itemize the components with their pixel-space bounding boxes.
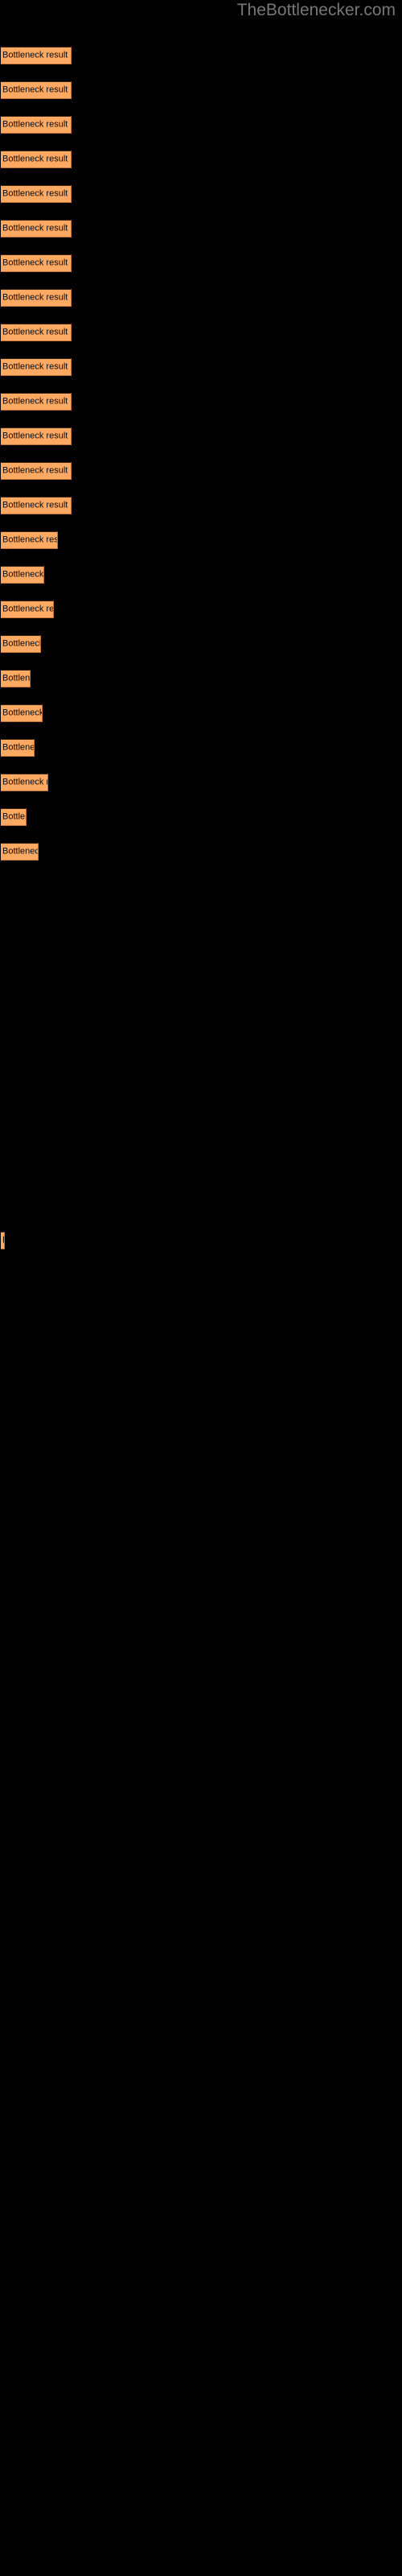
bar-label: Bottleneck result bbox=[2, 154, 68, 164]
bottleneck-chart: TheBottlenecker.com Bottleneck result Bot… bbox=[0, 0, 402, 2576]
bar-3[interactable]: Bottleneck result bbox=[1, 116, 72, 134]
bar-label: Bottleneck result bbox=[2, 119, 68, 130]
bar-label: Bottleneck result bbox=[2, 742, 35, 753]
bar-4[interactable]: Bottleneck result bbox=[1, 151, 72, 168]
bar-chart-bars: Bottleneck result Bottleneck result Bottle… bbox=[0, 0, 402, 2576]
bar-5[interactable]: Bottleneck result bbox=[1, 185, 72, 203]
bar-15[interactable]: Bottleneck result bbox=[1, 531, 58, 549]
bar-label: Bottleneck result bbox=[2, 638, 41, 649]
bar-10[interactable]: Bottleneck result bbox=[1, 358, 72, 376]
bar-label: Bottleneck result bbox=[2, 327, 68, 337]
bar-17[interactable]: Bottleneck result bbox=[1, 601, 54, 618]
bar-label: Bottleneck result bbox=[2, 569, 44, 580]
bar-label: Bottleneck result bbox=[2, 708, 43, 718]
bar-label: Bottleneck result bbox=[2, 223, 68, 233]
bar-label: Bottleneck result bbox=[2, 431, 68, 441]
bar-label: Bottleneck result bbox=[2, 465, 68, 476]
bar-2[interactable]: Bottleneck result bbox=[1, 81, 72, 99]
bar-23[interactable]: Bottleneck result bbox=[1, 808, 27, 826]
bar-13[interactable]: Bottleneck result bbox=[1, 462, 72, 480]
bar-7[interactable]: Bottleneck result bbox=[1, 254, 72, 272]
bar-11[interactable]: Bottleneck result bbox=[1, 393, 72, 411]
bar-9[interactable]: Bottleneck result bbox=[1, 324, 72, 341]
bar-label: Bottleneck result bbox=[2, 292, 68, 303]
bar-12[interactable]: Bottleneck result bbox=[1, 427, 72, 445]
bar-16[interactable]: Bottleneck result bbox=[1, 566, 44, 584]
bar-label: Bottleneck result bbox=[2, 811, 26, 822]
bar-label: Bottleneck result bbox=[2, 846, 38, 857]
bar-label: Bottleneck result bbox=[2, 1236, 4, 1246]
bar-label: Bottleneck result bbox=[2, 85, 68, 95]
bar-19[interactable]: Bottleneck result bbox=[1, 670, 31, 687]
bar-20[interactable]: Bottleneck result bbox=[1, 704, 43, 722]
bar-label: Bottleneck result bbox=[2, 535, 58, 545]
bar-label: Bottleneck result bbox=[2, 258, 68, 268]
bar-6[interactable]: Bottleneck result bbox=[1, 220, 72, 237]
bar-8[interactable]: Bottleneck result bbox=[1, 289, 72, 307]
bar-label: Bottleneck result bbox=[2, 361, 68, 372]
bar-24[interactable]: Bottleneck result bbox=[1, 843, 39, 861]
bar-18[interactable]: Bottleneck result bbox=[1, 635, 41, 653]
bar-label: Bottleneck result bbox=[2, 188, 68, 199]
bar-21[interactable]: Bottleneck result bbox=[1, 739, 35, 757]
bar-label: Bottleneck result bbox=[2, 604, 54, 614]
bar-label: Bottleneck result bbox=[2, 50, 68, 60]
bar-22[interactable]: Bottleneck result bbox=[1, 774, 48, 791]
bar-label: Bottleneck result bbox=[2, 673, 31, 683]
bar-1[interactable]: Bottleneck result bbox=[1, 47, 72, 64]
bar-label: Bottleneck result bbox=[2, 500, 68, 510]
bar-label: Bottleneck result bbox=[2, 777, 47, 787]
bar-25[interactable]: Bottleneck result bbox=[1, 1232, 5, 1249]
bar-label: Bottleneck result bbox=[2, 396, 68, 407]
bar-14[interactable]: Bottleneck result bbox=[1, 497, 72, 514]
